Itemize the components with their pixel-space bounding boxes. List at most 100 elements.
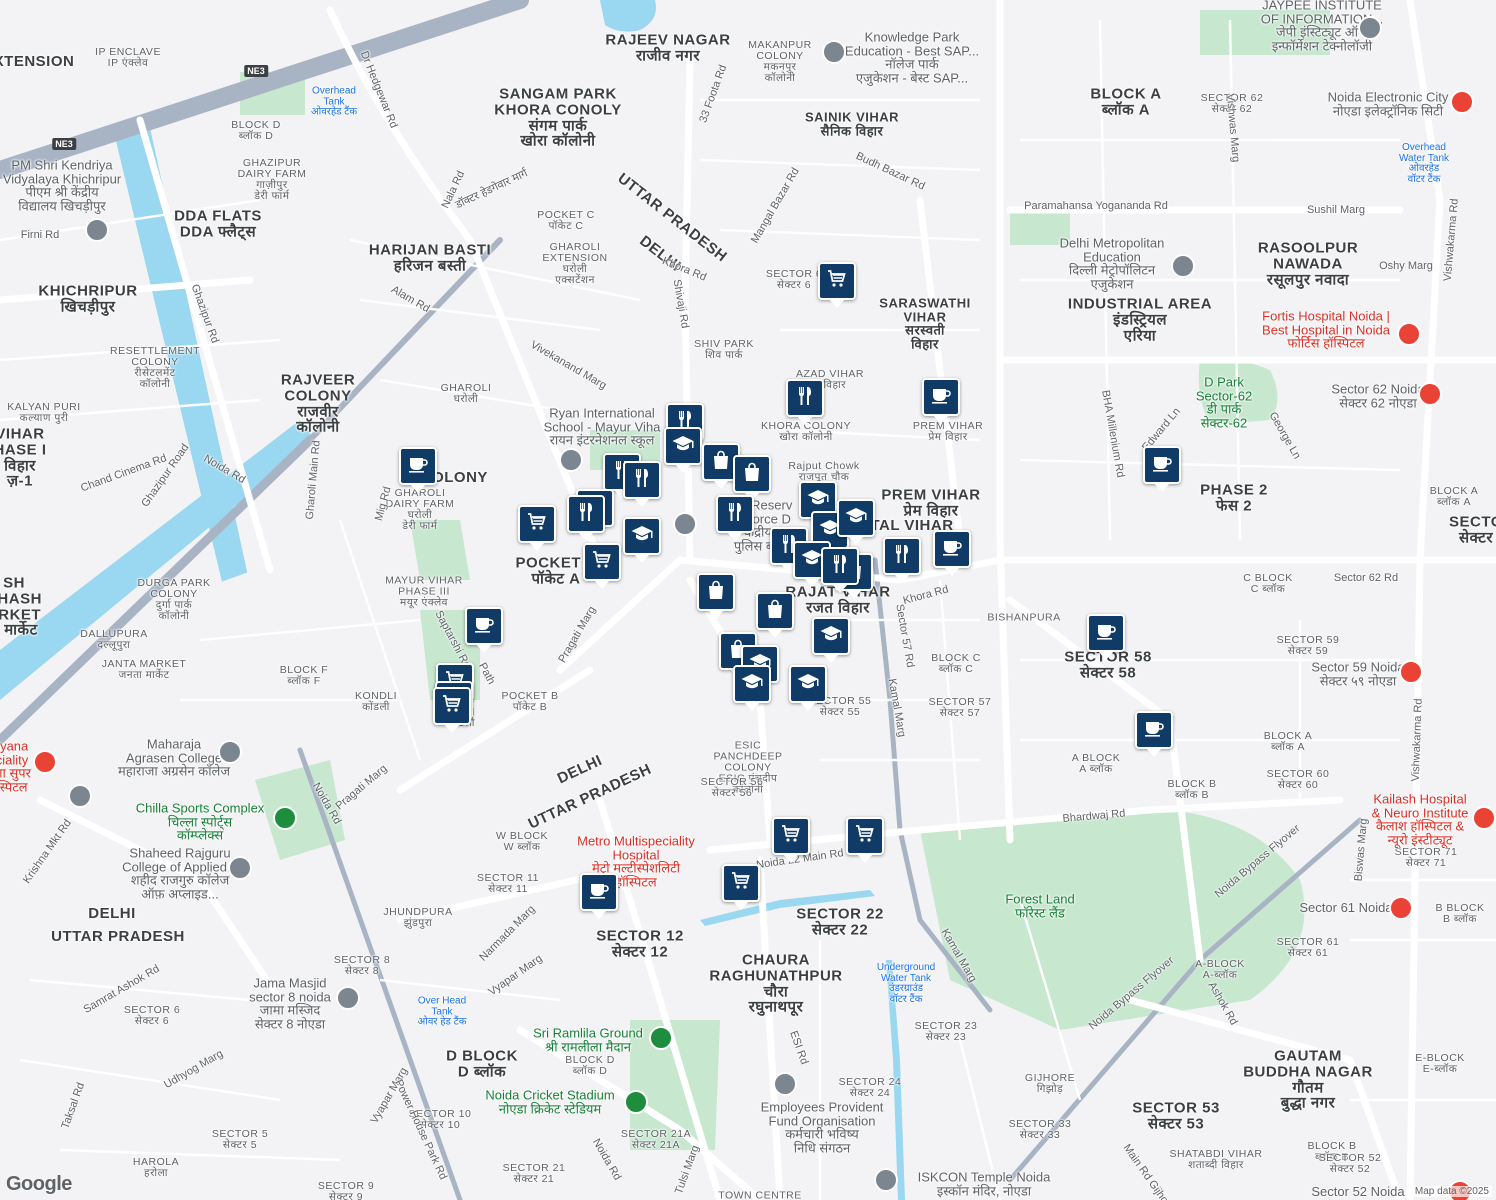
locality-label-gharoli: GHAROLI घरोली — [440, 381, 492, 405]
marker-restaurant-4[interactable] — [623, 461, 661, 499]
marker-grocery-1[interactable] — [818, 262, 856, 300]
poi-label-forest-land[interactable]: Forest Land फॉरेस्ट लैंड — [1005, 892, 1074, 919]
poi-label-chilla[interactable]: Chilla Sports Complex चिल्ला स्पोर्ट्स कॉम… — [136, 801, 265, 843]
locality-label-makanpur: MAKANPUR COLONY मकनपुर कॉलोनी — [748, 38, 812, 85]
marker-cafe-5[interactable] — [1087, 614, 1125, 652]
chilla-pin[interactable] — [273, 806, 297, 830]
grocery-cart-icon — [525, 510, 549, 539]
locality-label-shiv-park: SHIV PARK शिव पार्क — [694, 337, 754, 361]
poi-label-delhi-metropolitan[interactable]: Delhi Metropolitan Education दिल्ली मेट्रो… — [1060, 237, 1165, 292]
marker-school-1[interactable] — [664, 427, 702, 465]
marker-shopping-2[interactable] — [733, 455, 771, 493]
cricket-stadium-pin[interactable] — [624, 1090, 648, 1114]
school-icon — [630, 522, 654, 551]
marker-school-2[interactable] — [623, 517, 661, 555]
poi-label-sector-61-noida[interactable]: Sector 61 Noida — [1299, 901, 1392, 915]
locality-label-sector-23: SECTOR 23 सेक्टर 23 — [914, 1019, 978, 1043]
marker-restaurant-7[interactable] — [716, 495, 754, 533]
poi-label-overhead-water-tank[interactable]: Overhead Water Tank ओवरहेड वॉटर टैंक — [1399, 142, 1449, 185]
marker-restaurant-9[interactable] — [883, 537, 921, 575]
marker-grocery-9[interactable] — [722, 864, 760, 902]
locality-label-sector-56: SECTOR 56 सेक्टर 56 — [700, 775, 764, 799]
jama-masjid-pin[interactable] — [336, 986, 360, 1010]
noida-electronic-pin[interactable] — [1450, 90, 1474, 114]
locality-label-sector-6: SECTOR 6 सेक्टर 6 — [123, 1003, 181, 1027]
poi-label-ramlila[interactable]: Sri Ramlila Ground श्री रामलीला मैदान — [533, 1026, 643, 1053]
marker-cafe-1[interactable] — [922, 378, 960, 416]
maharaja-pin[interactable] — [218, 740, 242, 764]
marker-grocery-2[interactable] — [518, 505, 556, 543]
sector-62-noida-pin[interactable] — [1418, 382, 1442, 406]
poi-label-iskcon[interactable]: ISKCON Temple Noida इस्कॉन मंदिर, नोएडा — [918, 1170, 1051, 1197]
cafe-icon — [406, 452, 430, 481]
marker-cafe-7[interactable] — [465, 607, 503, 645]
poi-label-shaheed[interactable]: Shaheed Rajguru College of Applied... शहीद… — [122, 847, 238, 902]
map-attribution[interactable]: Map data ©2025 — [1411, 1186, 1492, 1197]
poi-label-pm-shri[interactable]: PM Shri Kendriya Vidyalaya Khichripur पीएम… — [3, 159, 121, 214]
poi-label-underground-tank[interactable]: Underground Water Tank उंडरग्राउंड वॉटर टैं… — [877, 962, 935, 1005]
marker-grocery-6[interactable] — [433, 687, 471, 725]
shaheed-pin[interactable] — [228, 856, 252, 880]
marker-restaurant-6[interactable] — [567, 495, 605, 533]
grocery-cart-icon — [440, 692, 464, 721]
pm-shri-pin[interactable] — [85, 218, 109, 242]
poi-label-cricket-stadium[interactable]: Noida Cricket Stadium नोएडा क्रिकेट स्टेड… — [485, 1088, 614, 1115]
marker-shopping-5[interactable] — [756, 592, 794, 630]
area-label-gautam-buddha: GAUTAM BUDDHA NAGAR गौतम बुद्धा नगर — [1243, 1047, 1373, 1112]
restaurant-icon — [574, 500, 598, 529]
poi-label-noida-electronic[interactable]: Noida Electronic City नोएडा इलेक्ट्रॉनिक … — [1328, 90, 1449, 117]
map-base-layer — [0, 0, 1496, 1200]
poi-label-sector-62-noida[interactable]: Sector 62 Noida सेक्टर 62 नोएडा — [1331, 382, 1424, 409]
poi-label-overhead-tank-1[interactable]: Overhead Tank ओवरहेड टैंक — [311, 86, 357, 118]
poi-label-knowledge-park[interactable]: Knowledge Park Education - Best SAP... नॉल… — [845, 31, 979, 86]
map-canvas[interactable]: RAJEEV NAGAR राजीव नगर SANGAM PARK KHORA CO… — [0, 0, 1496, 1200]
marker-grocery-8[interactable] — [846, 817, 884, 855]
marker-cafe-3[interactable] — [933, 530, 971, 568]
marker-restaurant-1[interactable] — [786, 379, 824, 417]
poi-label-jama-masjid[interactable]: Jama Masjid sector 8 noida जामा मस्जिद सेक्… — [249, 977, 331, 1032]
kailash-pin[interactable] — [1472, 806, 1496, 830]
sector-61-noida-pin[interactable] — [1389, 896, 1413, 920]
locality-label-dallupura: DALLUPURA दल्लूपुरा — [80, 627, 148, 651]
marker-shopping-4[interactable] — [697, 573, 735, 611]
poi-label-sector-52-noida[interactable]: Sector 52 Noida — [1311, 1185, 1404, 1199]
jaypee-pin[interactable] — [1358, 16, 1382, 40]
ramlila-pin[interactable] — [649, 1026, 673, 1050]
marker-cafe-2[interactable] — [399, 447, 437, 485]
poi-label-ryan[interactable]: Ryan International School - Mayur Viha राय… — [544, 406, 661, 448]
poi-label-d-park[interactable]: D Park Sector-62 डी पार्क सेक्टर-62 — [1196, 376, 1252, 431]
locality-label-rajput-chowk: Rajput Chowk राजपूत चौक — [788, 459, 860, 483]
poi-label-haryana[interactable]: ryanacialityणा सुपरस्पिटल — [0, 740, 31, 795]
school-pin-w[interactable] — [68, 784, 92, 808]
poi-label-epfo[interactable]: Employees Provident Fund Organisation कर्म… — [761, 1101, 884, 1156]
fortis-pin[interactable] — [1397, 322, 1421, 346]
area-label-subhash-market: SHBHASHARKETष मार्केट — [0, 574, 42, 639]
locality-label-sector-33: SECTOR 33 सेक्टर 33 — [1008, 1117, 1072, 1141]
epfo-pin[interactable] — [773, 1072, 797, 1096]
school-icon — [671, 432, 695, 461]
marker-school-9[interactable] — [733, 665, 771, 703]
marker-grocery-3[interactable] — [583, 543, 621, 581]
ryan-pin[interactable] — [559, 448, 583, 472]
poi-label-maharaja[interactable]: Maharaja Agrasen College महाराजा अग्रसेन क… — [118, 737, 230, 779]
haryana-pin[interactable] — [33, 750, 57, 774]
marker-school-10[interactable] — [789, 665, 827, 703]
marker-restaurant-10[interactable] — [821, 547, 859, 585]
marker-grocery-7[interactable] — [772, 817, 810, 855]
delhi-metropolitan-pin[interactable] — [1171, 254, 1195, 278]
sector-59-noida-pin[interactable] — [1399, 660, 1423, 684]
poi-label-fortis[interactable]: Fortis Hospital Noida | Best Hospital in … — [1262, 309, 1390, 351]
crpf-pin[interactable] — [673, 512, 697, 536]
marker-school-5[interactable] — [837, 499, 875, 537]
iskcon-pin[interactable] — [874, 1168, 898, 1192]
poi-label-over-head-tank[interactable]: Over Head Tank ओवर हेड टैंक — [418, 996, 467, 1028]
knowledge-park-pin[interactable] — [822, 40, 846, 64]
locality-label-sector-24: SECTOR 24 सेक्टर 24 — [838, 1075, 902, 1099]
marker-cafe-6[interactable] — [1135, 711, 1173, 749]
marker-cafe-8[interactable] — [580, 873, 618, 911]
locality-label-gharoli-ext: GHAROLI EXTENSION घरोली एक्सटेंशन — [542, 240, 608, 287]
poi-label-kailash[interactable]: Kailash Hospital & Neuro Institute कैलाश ह… — [1372, 793, 1469, 848]
marker-cafe-4[interactable] — [1143, 446, 1181, 484]
poi-label-sector-59-noida[interactable]: Sector 59 Noida सेक्टर ५९ नोएडा — [1311, 660, 1404, 687]
marker-school-7[interactable] — [812, 617, 850, 655]
